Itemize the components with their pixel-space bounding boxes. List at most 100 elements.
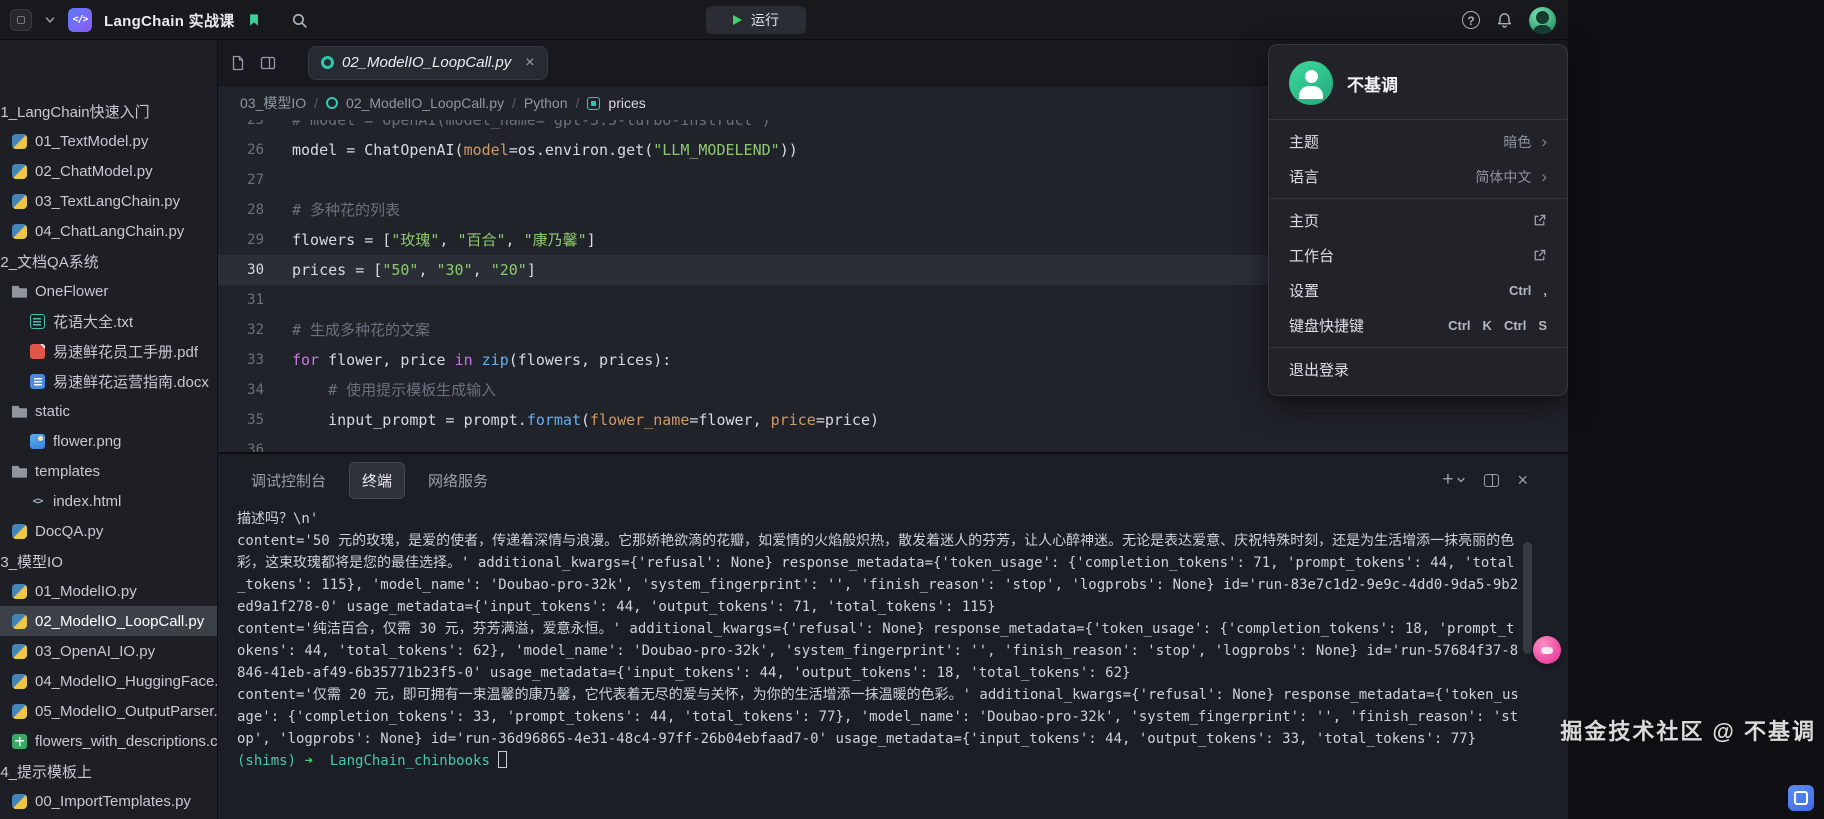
split-panel-icon[interactable] [1484,474,1499,487]
bookmark-icon[interactable] [247,13,261,27]
file-tree-item[interactable]: templates [0,456,217,486]
user-avatar[interactable] [1529,7,1556,34]
folder-icon [12,404,27,419]
breadcrumb-language[interactable]: Python [524,95,568,111]
menu-item-keyboard-shortcuts[interactable]: 键盘快捷键CtrlKCtrlS [1269,308,1567,343]
terminal-panel: 调试控制台终端网络服务 描述吗？\n'content='50 元的玫瑰，是爱的使… [218,452,1568,819]
line-number: 29 [218,225,264,255]
menu-item-language[interactable]: 语言简体中文› [1269,159,1567,194]
menu-item-settings[interactable]: 设置 Ctrl, [1269,273,1567,308]
file-tree-item[interactable]: 04_ChatLangChain.py [0,216,217,246]
breadcrumb-symbol[interactable]: prices [608,95,645,111]
menu-item-meta [1532,213,1547,228]
background-area [1568,0,1824,819]
terminal-output-area[interactable]: 描述吗？\n'content='50 元的玫瑰，是爱的使者，传递着深情与浪漫。它… [218,506,1568,819]
file-name: 03_TextLangChain.py [35,193,180,210]
close-tab-icon[interactable] [525,55,534,71]
menu-item-value: 暗色 [1503,132,1531,152]
python-icon [12,524,27,539]
shortcut-key: , [1543,283,1547,298]
menu-item-label: 语言 [1289,166,1319,187]
code-line[interactable]: 35 input_prompt = prompt.format(flower_n… [218,405,1568,435]
file-tree-item[interactable]: 易速鲜花运营指南.docx [0,366,217,396]
file-tree-item[interactable]: 01_LangChain快速入门 [0,96,217,126]
terminal-tab-network-service[interactable]: 网络服务 [415,462,501,499]
menu-item-logout[interactable]: 退出登录 [1269,352,1567,387]
file-tree-item[interactable]: <>index.html [0,486,217,516]
file-tree-item[interactable]: 03_模型IO [0,546,217,576]
python-icon [12,584,27,599]
file-tree-item[interactable]: 04_提示模板上 [0,756,217,786]
new-file-icon[interactable] [230,55,246,71]
file-tree-item[interactable]: static [0,396,217,426]
file-tree-item[interactable]: flower.png [0,426,217,456]
menu-item-theme[interactable]: 主题暗色› [1269,124,1567,159]
file-tree-item[interactable]: 04_ModelIO_HuggingFace.py [0,666,217,696]
file-name: 00_ImportTemplates.py [35,793,191,810]
terminal-prompt: (shims) ➜ LangChain_chinbooks [237,750,1520,772]
file-name: 02_ModelIO_LoopCall.py [35,613,204,630]
file-name: 03_模型IO [0,551,63,572]
run-button[interactable]: 运行 [706,6,806,34]
file-name: flower.png [53,433,121,450]
file-tree-item[interactable]: 02_ModelIO_LoopCall.py [0,606,217,636]
scrollbar-thumb[interactable] [1523,542,1532,654]
terminal-header: 调试控制台终端网络服务 [218,454,1568,506]
file-tree-item[interactable]: 01_TextModel.py [0,126,217,156]
line-number: 34 [218,375,264,405]
top-bar: LangChain 实战课 运行 [0,0,1568,40]
code-line[interactable]: 36 [218,435,1568,452]
line-number: 32 [218,315,264,345]
code-token: in [455,351,473,369]
file-tree-item[interactable]: 易速鲜花员工手册.pdf [0,336,217,366]
notifications-bell-icon[interactable] [1496,12,1513,29]
breadcrumb-file[interactable]: 02_ModelIO_LoopCall.py [346,95,504,111]
assistant-button[interactable] [1533,636,1561,664]
project-title: LangChain 实战课 [104,10,235,31]
corner-widget-icon[interactable] [1788,785,1814,811]
file-tree-item[interactable]: 花语大全.txt [0,306,217,336]
add-terminal-icon[interactable] [1442,469,1466,491]
search-icon[interactable] [291,12,308,29]
terminal-tab-debug-console[interactable]: 调试控制台 [238,462,339,499]
app-logo[interactable] [10,9,32,31]
menu-item-home[interactable]: 主页 [1269,203,1567,238]
file-tree-item[interactable]: OneFlower [0,276,217,306]
code-token: input_prompt [292,411,446,429]
chevron-right-icon: › [1541,168,1547,185]
file-tree-item[interactable]: flowers_with_descriptions.csv [0,726,217,756]
file-tree-item[interactable]: 01_ModelIO.py [0,576,217,606]
file-tree-item[interactable]: 05_ModelIO_OutputParser.py [0,696,217,726]
username: 不基调 [1347,71,1398,96]
code-token: ] [587,231,596,249]
txt-icon [30,314,45,329]
file-name: 04_ModelIO_HuggingFace.py [35,673,217,690]
file-tree-item[interactable]: DocQA.py [0,516,217,546]
chevron-down-icon[interactable] [44,14,56,26]
python-icon [12,644,27,659]
menu-item-label: 主题 [1289,131,1319,152]
file-name: 05_ModelIO_OutputParser.py [35,703,217,720]
python-icon [12,194,27,209]
file-tree-item[interactable]: 02_文档QA系统 [0,246,217,276]
close-panel-icon[interactable] [1517,471,1528,489]
docx-icon [30,374,45,389]
file-tree-item[interactable]: 02_ChatModel.py [0,156,217,186]
file-tree-item[interactable]: 03_OpenAI_IO.py [0,636,217,666]
breadcrumb-separator [512,95,516,111]
code-text: input_prompt = prompt.format(flower_name… [264,405,1568,435]
terminal-tab-terminal[interactable]: 终端 [349,462,405,499]
editor-tab[interactable]: 02_ModelIO_LoopCall.py [308,46,548,80]
code-token: "LLM_MODELEND" [653,141,779,159]
breadcrumb-folder[interactable]: 03_模型IO [240,93,306,113]
menu-item-label: 设置 [1289,280,1319,301]
file-tree-item[interactable]: 03_TextLangChain.py [0,186,217,216]
code-token: = [816,411,825,429]
menu-item-meta: Ctrl, [1501,283,1547,298]
file-tree-item[interactable]: 00_ImportTemplates.py [0,786,217,816]
code-token: "百合" [457,231,505,249]
help-icon[interactable] [1462,11,1480,29]
terminal-output: 描述吗？\n'content='50 元的玫瑰，是爱的使者，传递着深情与浪漫。它… [237,508,1520,772]
split-editor-icon[interactable] [260,55,276,71]
menu-item-workspace[interactable]: 工作台 [1269,238,1567,273]
